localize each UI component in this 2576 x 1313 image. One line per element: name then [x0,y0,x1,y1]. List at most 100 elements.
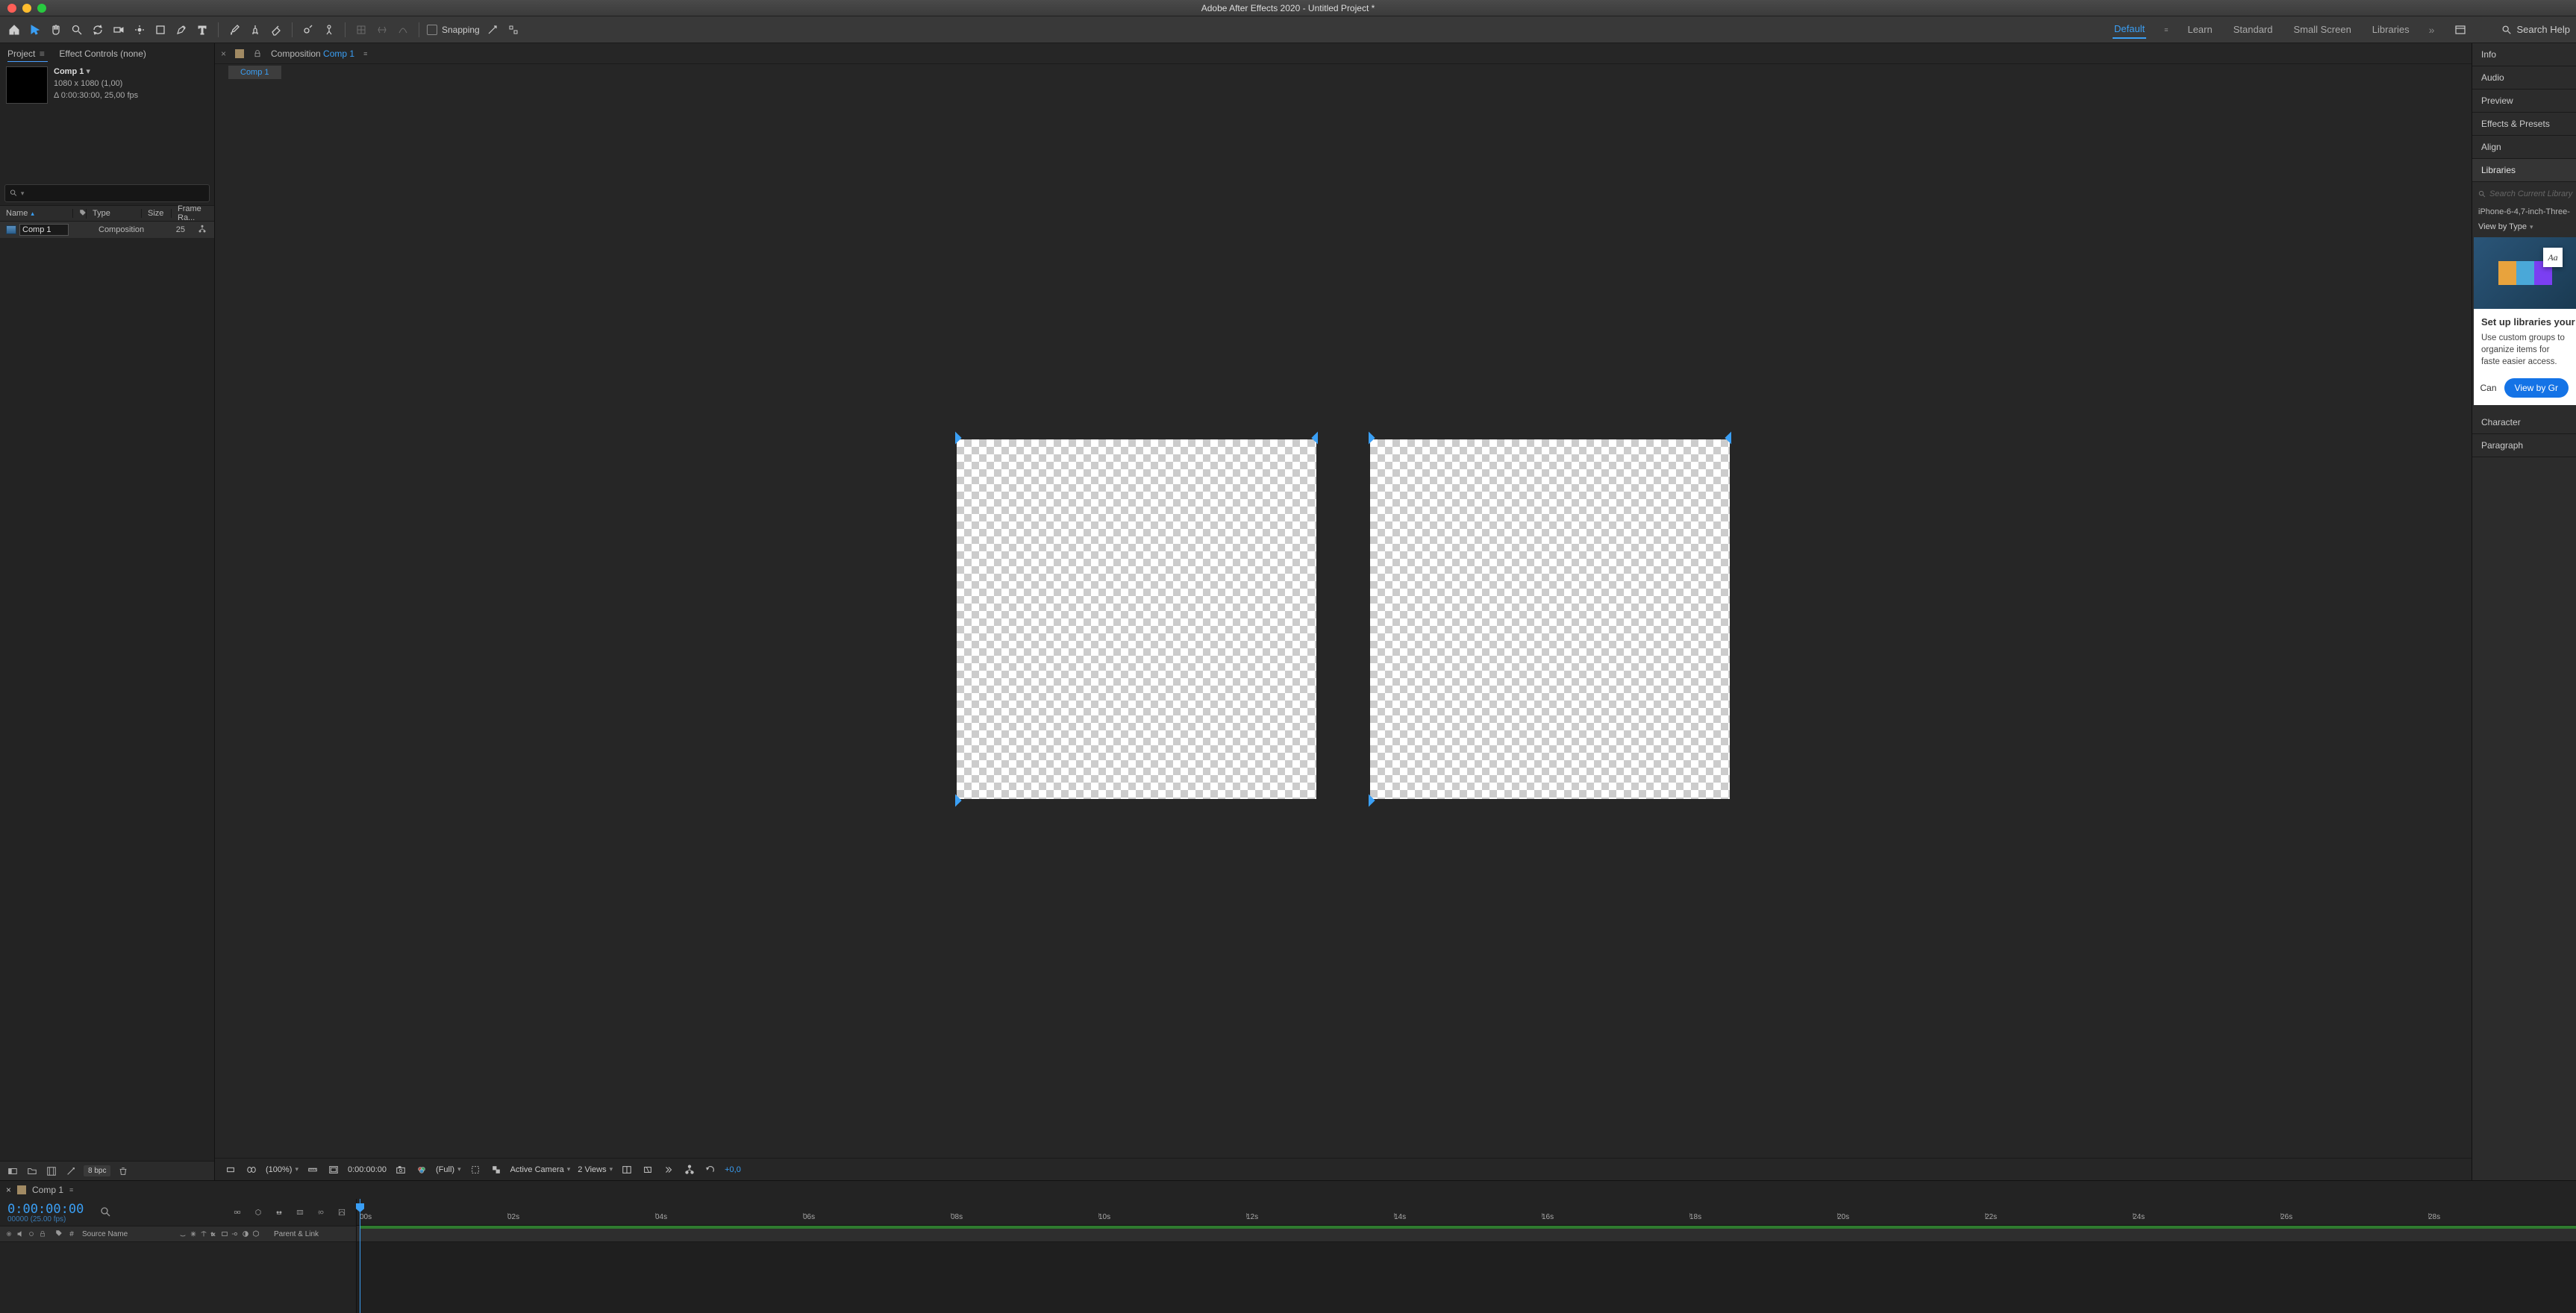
index-col[interactable]: # [66,1230,78,1238]
clone-stamp-tool-icon[interactable] [247,22,263,38]
workspace-default[interactable]: Default [2113,20,2146,39]
selection-tool-icon[interactable] [27,22,43,38]
timeline-search-icon[interactable] [100,1206,112,1218]
trash-icon[interactable] [116,1165,130,1178]
lock-icon[interactable] [253,49,262,58]
frame-blend-switch-icon[interactable] [220,1229,229,1238]
col-name[interactable]: Name [6,209,28,218]
pan-behind-tool-icon[interactable] [131,22,148,38]
graph-editor-icon[interactable] [335,1206,348,1219]
panel-character[interactable]: Character [2472,411,2576,434]
panel-paragraph[interactable]: Paragraph [2472,434,2576,457]
fast-previews-icon[interactable] [662,1163,675,1176]
hand-tool-icon[interactable] [48,22,64,38]
panel-info[interactable]: Info [2472,43,2576,66]
solo-icon[interactable] [27,1229,36,1238]
mask-visibility-icon[interactable] [245,1163,258,1176]
draft-3d-icon[interactable] [251,1206,265,1219]
ruler-icon[interactable] [306,1163,319,1176]
reset-exposure-icon[interactable] [704,1163,717,1176]
col-frame-rate[interactable]: Frame Ra... [172,204,214,222]
effect-controls-tab[interactable]: Effect Controls (none) [59,48,146,59]
project-item-row[interactable]: Composition 25 [0,222,214,238]
comp-flowchart-icon[interactable] [683,1163,696,1176]
search-dropdown-icon[interactable]: ▾ [21,189,25,198]
viewer-title[interactable]: Composition Comp 1 [271,48,354,59]
transparency-grid-icon[interactable] [490,1163,503,1176]
label-col-icon[interactable] [55,1229,63,1237]
source-name-col[interactable]: Source Name [78,1230,178,1238]
camera-selector[interactable]: Active Camera▾ [510,1165,571,1174]
asterisk-switch-icon[interactable] [189,1229,198,1238]
brush-tool-icon[interactable] [226,22,243,38]
time-ruler[interactable]: 00s02s04s06s08s10s12s14s16s18s20s22s24s2… [357,1199,2576,1226]
project-tab[interactable]: Project≡ [7,48,46,59]
library-view-mode[interactable]: View by Type▾ [2472,219,2576,237]
home-icon[interactable] [6,22,22,38]
flowchart-icon[interactable] [198,225,207,234]
av-features-icon[interactable] [4,1229,13,1238]
zoom-selector[interactable]: (100%)▾ [266,1165,298,1174]
project-settings-icon[interactable] [64,1165,78,1178]
bit-depth-button[interactable]: 8 bpc [84,1165,110,1176]
panel-preview[interactable]: Preview [2472,90,2576,113]
orbit-tool-icon[interactable] [90,22,106,38]
motion-blur-switch-icon[interactable] [231,1229,240,1238]
pixel-aspect-icon[interactable] [641,1163,654,1176]
comp-name-input[interactable] [19,224,69,236]
audio-icon[interactable] [16,1229,25,1238]
panel-libraries[interactable]: Libraries [2472,159,2576,182]
type-tool-icon[interactable] [194,22,210,38]
coach-cta-button[interactable]: View by Gr [2504,378,2569,398]
3d-switch-icon[interactable] [251,1229,260,1238]
workspace-learn[interactable]: Learn [2186,21,2213,38]
views-selector[interactable]: 2 Views▾ [578,1165,613,1174]
col-type[interactable]: Type [87,209,142,218]
comp-thumbnail[interactable] [6,66,48,104]
eraser-tool-icon[interactable] [268,22,284,38]
project-search-input[interactable] [27,188,204,198]
current-time[interactable]: 0:00:00:00 [7,1202,84,1217]
frame-blend-icon[interactable] [293,1206,307,1219]
panel-audio[interactable]: Audio [2472,66,2576,90]
close-viewer-icon[interactable]: × [221,48,226,59]
workspace-libraries[interactable]: Libraries [2371,21,2411,38]
safe-zones-icon[interactable] [327,1163,340,1176]
window-close-button[interactable] [7,4,16,13]
workspace-overflow-icon[interactable]: » [2429,24,2435,36]
adjustment-switch-icon[interactable] [241,1229,250,1238]
share-view-icon[interactable] [620,1163,634,1176]
work-area-bar[interactable] [360,1226,2576,1229]
reset-workspace-icon[interactable] [2452,22,2469,38]
always-preview-icon[interactable] [224,1163,237,1176]
panel-align[interactable]: Align [2472,136,2576,159]
interpret-footage-icon[interactable] [6,1165,19,1178]
library-search[interactable]: Search Current Library [2478,187,2573,201]
snapping-opt2-icon[interactable] [505,22,522,38]
new-folder-icon[interactable] [25,1165,39,1178]
viewport-right[interactable] [1370,439,1730,799]
camera-tool-icon[interactable] [110,22,127,38]
timeline-tab[interactable]: Comp 1 [32,1185,63,1195]
workspace-small-screen[interactable]: Small Screen [2292,21,2352,38]
label-icon[interactable] [79,209,87,216]
close-timeline-icon[interactable]: × [6,1185,11,1195]
motion-blur-icon[interactable] [314,1206,328,1219]
new-comp-icon[interactable] [45,1165,58,1178]
timeline-menu-icon[interactable]: ≡ [69,1186,73,1194]
library-name[interactable]: iPhone-6-4,7-inch-Three- [2472,204,2576,219]
puppet-pin-tool-icon[interactable] [321,22,337,38]
exposure-value[interactable]: +0,0 [725,1165,741,1174]
workspace-menu-icon[interactable]: ≡ [2164,26,2168,34]
channel-icon[interactable] [415,1163,428,1176]
fx-switch-icon[interactable]: fx [210,1229,219,1238]
window-minimize-button[interactable] [22,4,31,13]
workspace-standard[interactable]: Standard [2232,21,2275,38]
shy-icon[interactable] [272,1206,286,1219]
roi-icon[interactable] [469,1163,482,1176]
lock-col-icon[interactable] [38,1229,47,1238]
comp-mini-flow-icon[interactable] [231,1206,244,1219]
panel-effects-presets[interactable]: Effects & Presets [2472,113,2576,136]
col-size[interactable]: Size [142,209,172,218]
zoom-tool-icon[interactable] [69,22,85,38]
